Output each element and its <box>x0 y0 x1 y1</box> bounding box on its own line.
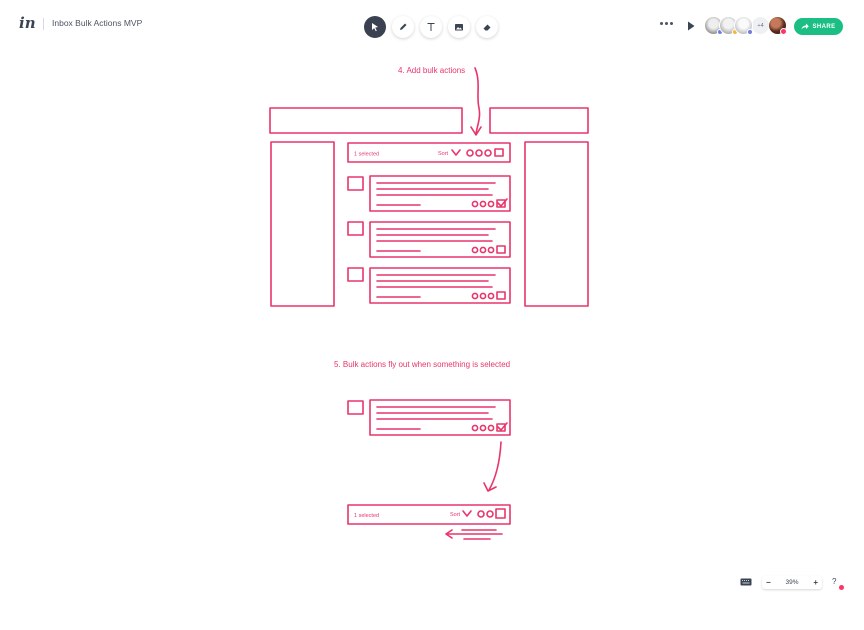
header-bar-right <box>489 107 589 134</box>
right-sidebar-panel <box>524 141 589 307</box>
sort-label: Sort <box>450 512 461 518</box>
zoom-in-button[interactable]: + <box>813 578 818 587</box>
sort-label: Sort <box>438 151 449 157</box>
row-checkbox <box>347 400 364 415</box>
canvas-footer-controls: − 39% + ? <box>740 576 850 590</box>
arrow <box>474 67 481 135</box>
motion-lines <box>447 529 503 540</box>
sort-chevron-icon <box>462 510 472 517</box>
action-circle-icon <box>484 149 492 157</box>
action-circle-icon <box>475 149 483 157</box>
row-checkbox <box>347 176 364 191</box>
whiteboard-canvas[interactable]: 4. Add bulk actions 1 selected Sort 5. B… <box>0 0 864 630</box>
notification-dot <box>839 585 844 590</box>
keyboard-icon[interactable] <box>740 578 752 586</box>
left-sidebar-panel <box>270 141 335 307</box>
arrow <box>488 441 502 491</box>
note-add-bulk-actions[interactable]: 4. Add bulk actions <box>398 66 465 75</box>
help-button[interactable]: ? <box>832 577 836 586</box>
selected-count: 1 selected <box>354 513 379 519</box>
header-bar-left <box>269 107 463 134</box>
zoom-level[interactable]: 39% <box>785 579 798 586</box>
row-checkbox <box>347 221 364 236</box>
action-square-icon <box>494 148 504 157</box>
row-checkbox <box>347 267 364 282</box>
action-circle-icon <box>466 149 474 157</box>
zoom-out-button[interactable]: − <box>766 578 771 587</box>
zoom-control: − 39% + <box>762 576 822 589</box>
note-bulk-actions-fly-out[interactable]: 5. Bulk actions fly out when something i… <box>334 360 510 369</box>
selected-count: 1 selected <box>354 152 379 158</box>
sort-chevron-icon <box>451 149 461 156</box>
